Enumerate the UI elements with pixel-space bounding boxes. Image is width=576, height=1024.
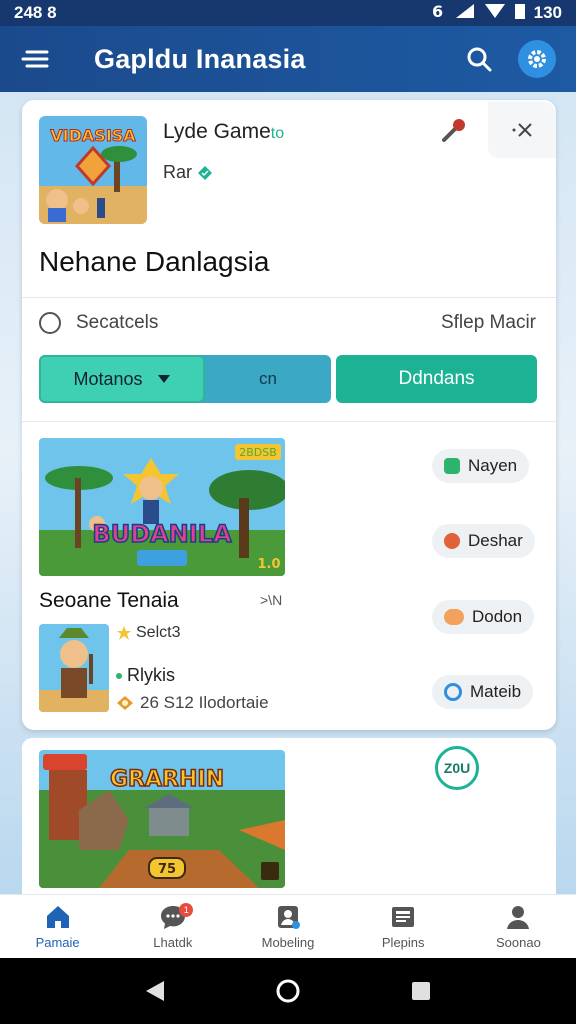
segmented-control: Motanos cn	[39, 355, 331, 403]
radio-icon[interactable]	[39, 312, 61, 334]
status-bar: 248 8 6 130	[0, 0, 576, 26]
nav-item-home[interactable]: Pamaie	[0, 895, 115, 958]
gear-icon	[528, 50, 546, 68]
wifi-icon	[484, 2, 506, 25]
dropdown-button[interactable]: Motanos	[39, 355, 205, 403]
battery-icon	[514, 2, 526, 25]
action-row: Motanos cn Ddndans	[39, 355, 537, 403]
search-label[interactable]: Secatcels	[76, 312, 158, 334]
close-button[interactable]	[488, 102, 556, 158]
mic-icon[interactable]	[440, 116, 468, 144]
download-button[interactable]: Ddndans	[336, 355, 537, 403]
banner1-corner: 1.0	[257, 557, 280, 572]
chip-1-label: Deshar	[468, 531, 523, 550]
featured-banner[interactable]: 2BDSB BUDANILA 1.0	[39, 438, 285, 576]
character-thumbnail[interactable]	[39, 624, 109, 712]
status-icons: 6 130	[432, 2, 562, 25]
thumb-title: VIDASISA	[50, 126, 136, 145]
stats: 26 S12 Ilodortaie	[116, 693, 269, 713]
news-icon	[392, 907, 415, 927]
banner1-badge: 2BDSB	[239, 446, 277, 459]
game-subtitle: Rar	[163, 162, 213, 183]
chip-0-dot	[444, 458, 460, 474]
stats-text: 26 S12 Ilodortaie	[140, 693, 269, 712]
menu-icon[interactable]	[20, 44, 50, 74]
game-name-text: Lyde Game	[163, 120, 271, 143]
game-name-suffix: to	[270, 125, 285, 142]
status-right-text: 130	[533, 3, 562, 22]
notification-badge: 1	[179, 903, 194, 917]
system-nav-bar	[0, 958, 576, 1024]
chip-0-label: Nayen	[468, 456, 518, 475]
close-icon	[512, 123, 532, 137]
banner-meta: >\N	[260, 592, 283, 608]
nav-label-chat: Lhatdk	[153, 935, 193, 950]
settings-button[interactable]	[518, 40, 556, 78]
verified-icon	[198, 165, 213, 180]
chip-1[interactable]: Deshar	[432, 524, 535, 558]
dropdown-label: Motanos	[73, 368, 143, 389]
nav-item-account[interactable]: Soonao	[461, 895, 576, 958]
back-icon[interactable]	[144, 979, 166, 1003]
divider	[22, 421, 556, 422]
bottom-nav: Pamaie 1 Lhatdk Mobeling Plepins Soonao	[0, 894, 576, 958]
game-card: VIDASISA Lyde Gameto Rar Nehane Danlagsi…	[22, 100, 556, 730]
status-time: 248 8	[14, 3, 57, 22]
nav-label-profile-card: Mobeling	[261, 935, 315, 950]
second-banner-corner: 75	[158, 862, 176, 877]
second-banner-title: GRARHIN	[110, 767, 224, 792]
svg-text:6: 6	[432, 2, 443, 20]
nav-item-profile-card[interactable]: Mobeling	[230, 895, 345, 958]
chip-2-dot	[444, 609, 464, 625]
player-name: Rlykis	[116, 665, 175, 686]
game-thumbnail[interactable]: VIDASISA	[39, 116, 147, 224]
game-sub-text: Rar	[163, 162, 193, 182]
home-button-icon[interactable]	[275, 978, 301, 1004]
nav-item-news[interactable]: Plepins	[346, 895, 461, 958]
player-text: Rlykis	[127, 665, 175, 685]
chip-0[interactable]: Nayen	[432, 449, 530, 483]
nav-label-home: Pamaie	[35, 935, 80, 950]
chevron-down-icon	[157, 375, 170, 383]
game-name: Lyde Gameto	[163, 120, 284, 144]
app-title: Gapldu Inanasia	[94, 43, 306, 74]
badge-icon	[117, 696, 133, 710]
recents-icon[interactable]	[410, 980, 432, 1002]
profile-icon	[507, 906, 530, 929]
signal-icon	[454, 2, 476, 25]
rating-text: Selct3	[136, 624, 181, 641]
search-right-label[interactable]: Sflep Macir	[441, 312, 536, 334]
second-card-badge[interactable]: Z0U	[435, 746, 479, 790]
person-card-icon	[278, 906, 300, 929]
chip-3[interactable]: Mateib	[432, 675, 534, 709]
nav-label-news: Plepins	[381, 935, 425, 950]
chip-3-label: Mateib	[470, 682, 522, 701]
search-icon[interactable]	[462, 42, 496, 76]
banner-title: Seoane Tenaia	[39, 589, 179, 612]
rating: Selct3	[116, 624, 180, 642]
card-header: VIDASISA Lyde Gameto Rar Nehane Danlagsi…	[22, 100, 556, 298]
chip-1-dot	[444, 533, 460, 549]
banner1-title: BUDANILA	[92, 520, 232, 548]
chip-2[interactable]: Dodon	[432, 600, 535, 634]
nav-item-chat[interactable]: 1 Lhatdk	[115, 895, 230, 958]
nav-label-account: Soonao	[496, 935, 541, 950]
online-dot-icon	[116, 672, 122, 679]
chip-3-dot	[444, 683, 462, 701]
star-icon	[117, 626, 131, 640]
card-headline: Nehane Danlagsia	[39, 246, 270, 277]
alarm-icon: 6	[432, 2, 446, 25]
second-banner[interactable]: GRARHIN 75	[39, 750, 285, 888]
app-bar: Gapldu Inanasia	[0, 26, 576, 92]
second-game-card[interactable]: GRARHIN 75 Z0U	[22, 738, 556, 896]
home-icon	[46, 906, 69, 928]
search-row[interactable]: Secatcels Sflep Macir	[22, 298, 556, 348]
segment-middle[interactable]: cn	[205, 355, 331, 403]
chip-2-label: Dodon	[472, 607, 523, 626]
